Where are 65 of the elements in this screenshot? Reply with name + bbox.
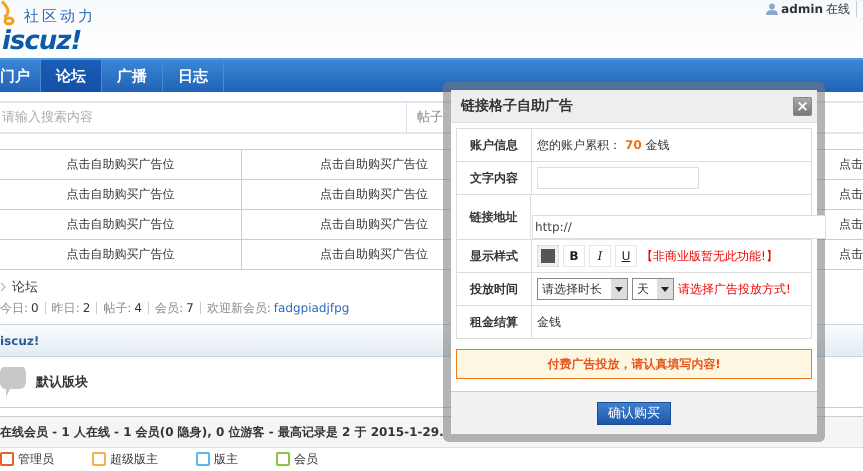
nav-tab[interactable]: 论坛 — [41, 60, 102, 92]
dropdown[interactable]: 天 — [632, 278, 674, 300]
speech-bubble-icon — [0, 367, 26, 397]
stat-label: 会员: — [155, 300, 184, 316]
ad-slot-link[interactable]: 点击自助购买广告位 — [66, 157, 174, 171]
dropdown[interactable]: 请选择时长 — [537, 278, 628, 300]
stat-label: 昨日: — [52, 300, 80, 316]
payment-text: 金钱 — [537, 314, 561, 330]
field-label: 租金结算 — [457, 306, 532, 338]
ad-slot-link[interactable]: 点击 — [839, 157, 863, 171]
warning-text: 请选择广告投放方式! — [678, 280, 791, 298]
ad-slot-link[interactable]: 点击 — [839, 247, 863, 261]
stat-value: 0 — [31, 301, 39, 315]
ad-slot-link[interactable]: 点击自助购买广告位 — [320, 187, 428, 201]
stat-value: 4 — [134, 301, 142, 315]
group-label: 超级版主 — [110, 450, 158, 468]
ad-slot-link[interactable]: 点击自助购买广告位 — [320, 217, 428, 231]
stat-label: 今日: — [0, 300, 28, 316]
forum-link[interactable]: 默认版块 — [36, 373, 88, 391]
group-label: 管理员 — [18, 450, 54, 468]
ad-slot-link[interactable]: 点击自助购买广告位 — [66, 187, 174, 201]
confirm-button[interactable]: 确认购买 — [597, 402, 671, 424]
ad-slot-link[interactable]: 点击自助购买广告位 — [320, 247, 428, 261]
logo: iscuz! — [2, 26, 82, 56]
logo-tagline: 社区动力 — [24, 7, 96, 26]
user-icon — [766, 3, 778, 15]
field-label: 账户信息 — [457, 129, 532, 161]
url-field[interactable]: http:// — [532, 215, 826, 239]
warning-text: 【非商业版暂无此功能!】 — [641, 248, 778, 264]
currency-text: 金钱 — [646, 136, 670, 154]
ad-slot-link[interactable]: 点击自助购买广告位 — [66, 217, 174, 231]
text-field[interactable] — [537, 167, 699, 189]
format-button[interactable]: U — [615, 245, 637, 267]
ad-slot-link[interactable]: 点击 — [839, 217, 863, 231]
color-picker-button[interactable] — [537, 245, 559, 267]
format-button[interactable]: B — [563, 245, 585, 267]
field-label: 显示样式 — [457, 240, 532, 272]
username-link[interactable]: admin — [781, 2, 823, 16]
stat-value: 7 — [186, 301, 194, 315]
online-summary: 在线会员 - 1 人在线 - 1 会员(0 隐身), 0 位游客 - 最高记录是 2 于 2015-1-29. — [0, 424, 444, 440]
member-link[interactable]: fadgpiadjfpg — [274, 301, 350, 315]
category-title[interactable]: iscuz! — [0, 334, 40, 348]
balance-amount: 70 — [625, 138, 642, 152]
account-text: 您的账户累积： — [537, 136, 621, 154]
user-status: 在线 — [826, 0, 850, 18]
ad-slot-link[interactable]: 点击自助购买广告位 — [66, 247, 174, 261]
nav-tab[interactable]: 日志 — [163, 60, 224, 92]
format-button[interactable]: I — [589, 245, 611, 267]
ad-slot-link[interactable]: 点击 — [839, 187, 863, 201]
search-field[interactable]: 请输入搜索内容 — [0, 103, 407, 132]
breadcrumb-link[interactable]: 论坛 — [12, 278, 38, 296]
ad-slot-link[interactable]: 点击自助购买广告位 — [320, 157, 428, 171]
chevron-icon — [0, 282, 6, 292]
group-label: 版主 — [214, 450, 238, 468]
notice-text: 付费广告投放，请认真填写内容! — [547, 356, 721, 372]
stat-value: 2 — [82, 301, 90, 315]
stat-label: 欢迎新会员: — [206, 300, 271, 316]
field-label: 投放时间 — [457, 273, 532, 305]
stat-label: 帖子: — [103, 300, 132, 316]
nav-tab[interactable]: 广播 — [102, 60, 163, 92]
search-scope-select[interactable]: 帖子 — [407, 103, 443, 132]
field-label: 链接地址 — [457, 195, 531, 239]
group-label: 会员 — [294, 450, 318, 468]
field-label: 文字内容 — [457, 162, 532, 194]
dialog-title: 链接格子自助广告 — [461, 97, 573, 115]
